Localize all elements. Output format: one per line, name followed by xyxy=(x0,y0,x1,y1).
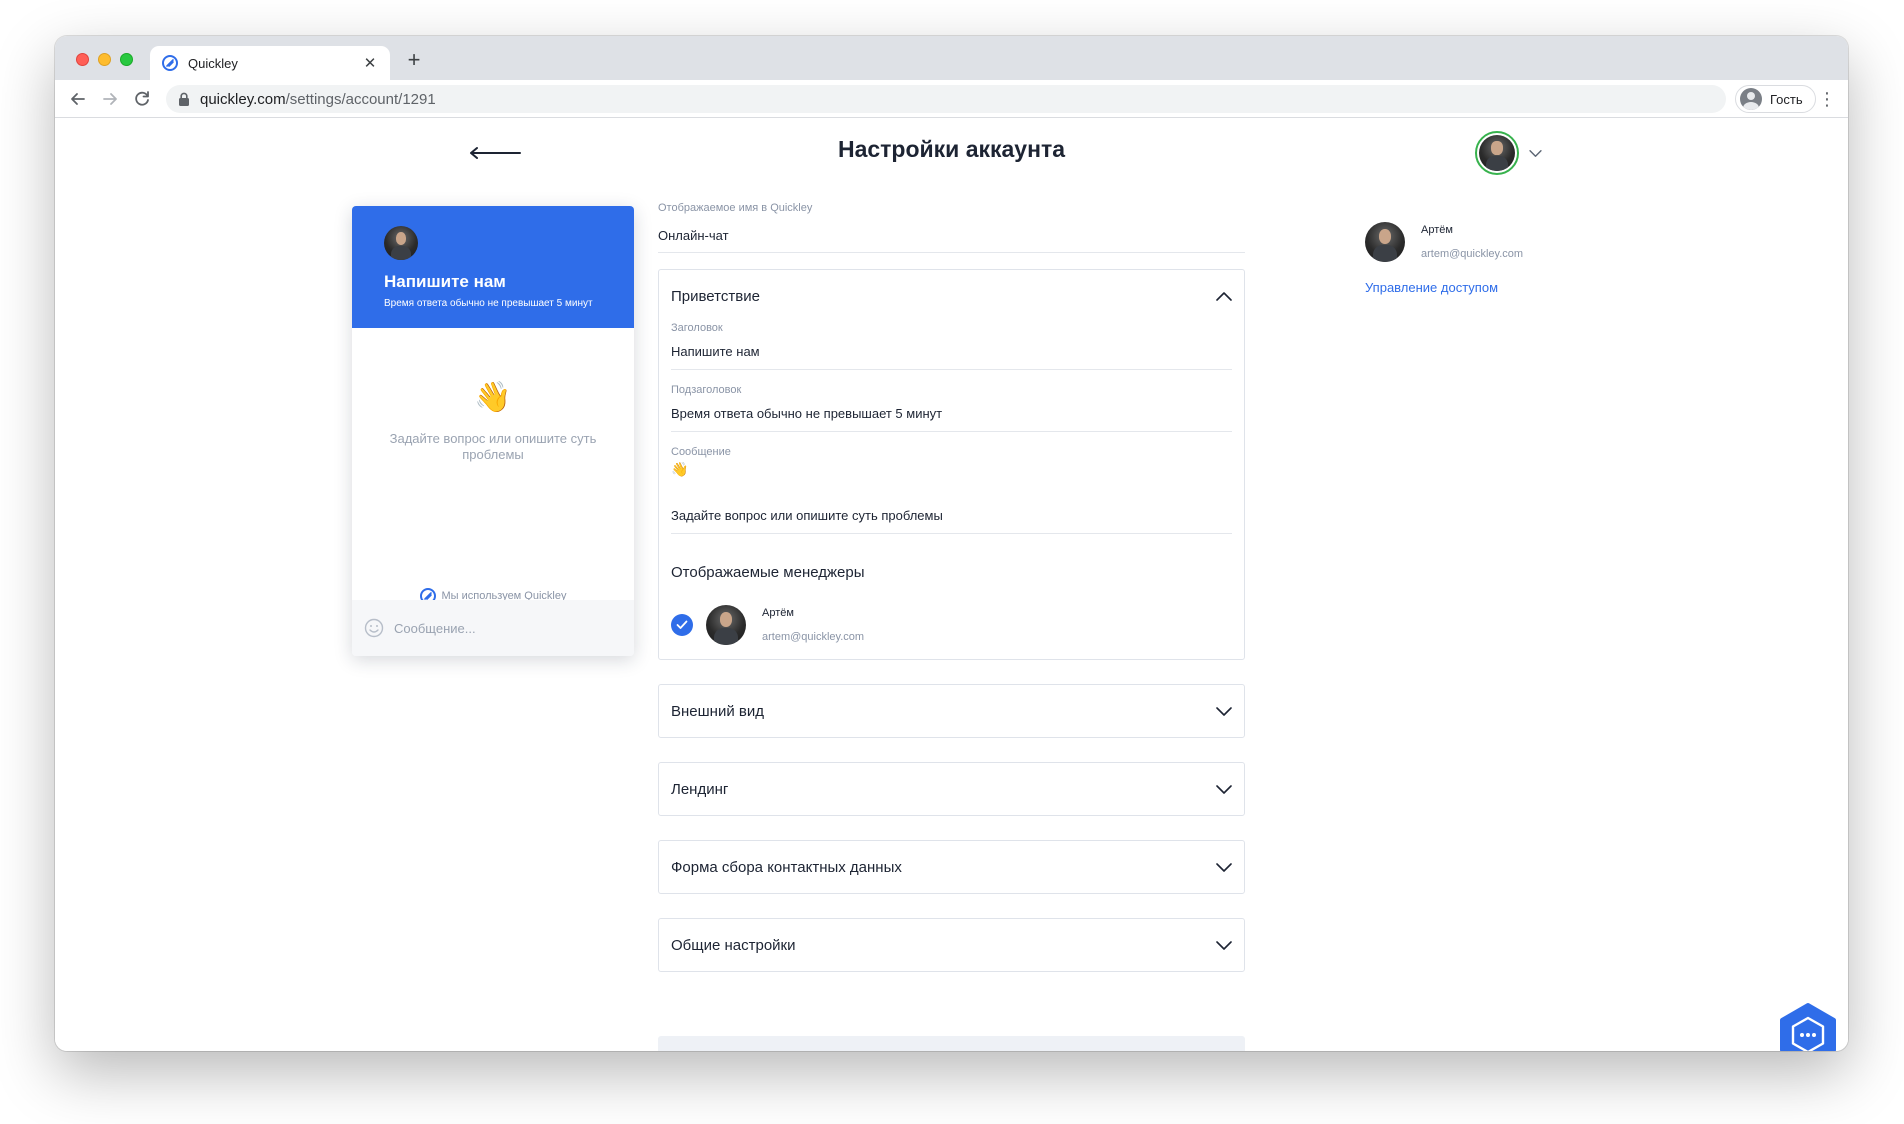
section-contact-form[interactable]: Форма сбора контактных данных xyxy=(658,840,1245,894)
manage-access-link[interactable]: Управление доступом xyxy=(1365,280,1523,295)
heading-field[interactable]: Заголовок Напишите нам xyxy=(671,322,1232,370)
greeting-section: Приветствие Заголовок Напишите нам Подза… xyxy=(658,269,1245,660)
widget-message-input[interactable]: Сообщение... xyxy=(352,600,634,656)
manager-info: Артём artem@quickley.com xyxy=(762,607,864,643)
guest-avatar-icon xyxy=(1740,88,1762,110)
manager-email: artem@quickley.com xyxy=(762,631,865,643)
chevron-down-icon[interactable] xyxy=(1216,706,1232,716)
user-menu[interactable] xyxy=(1475,131,1542,175)
section-title: Форма сбора контактных данных xyxy=(671,858,902,876)
message-label: Сообщение xyxy=(671,446,731,458)
heading-value[interactable]: Напишите нам xyxy=(671,344,1232,359)
chevron-down-icon xyxy=(1529,149,1542,157)
display-name-label: Отображаемое имя в Quickley xyxy=(658,202,813,214)
account-row: Артём artem@quickley.com xyxy=(1365,222,1523,262)
subheading-field[interactable]: Подзаголовок Время ответа обычно не прев… xyxy=(671,384,1232,432)
account-avatar xyxy=(1365,222,1405,262)
greeting-header[interactable]: Приветствие xyxy=(671,270,1232,322)
section-title: Внешний вид xyxy=(671,702,764,720)
widget-message: Задайте вопрос или опишите суть проблемы xyxy=(389,431,597,462)
greeting-title: Приветствие xyxy=(671,287,760,305)
browser-tab[interactable]: Quickley ✕ xyxy=(150,46,390,80)
back-icon[interactable] xyxy=(67,88,89,110)
settings-form: Отображаемое имя в Quickley Онлайн-чат П… xyxy=(658,202,1245,972)
url-text: quickley.com/settings/account/1291 xyxy=(200,91,436,108)
close-tab-icon[interactable]: ✕ xyxy=(362,54,378,72)
widget-input-placeholder: Сообщение... xyxy=(394,620,476,636)
chevron-up-icon[interactable] xyxy=(1216,291,1232,301)
section-title: Лендинг xyxy=(671,780,729,798)
section-appearance[interactable]: Внешний вид xyxy=(658,684,1245,738)
subheading-value[interactable]: Время ответа обычно не превышает 5 минут xyxy=(671,406,1232,421)
window-controls xyxy=(76,53,133,66)
address-bar[interactable]: quickley.com/settings/account/1291 xyxy=(166,85,1726,113)
manager-name: Артём xyxy=(762,607,794,619)
section-partial-offscreen xyxy=(658,1036,1245,1051)
user-avatar xyxy=(1475,131,1519,175)
quickley-logo-icon xyxy=(162,55,178,71)
page-content: Настройки аккаунта Напишите нам Время от… xyxy=(55,118,1848,1051)
widget-title: Напишите нам xyxy=(384,272,506,291)
close-window-button[interactable] xyxy=(76,53,89,66)
manager-checkbox[interactable] xyxy=(671,614,693,636)
chevron-down-icon[interactable] xyxy=(1216,940,1232,950)
wave-emoji: 👋 xyxy=(474,381,512,414)
account-info: Артём artem@quickley.com xyxy=(1421,224,1523,260)
manager-row: Артём artem@quickley.com xyxy=(671,605,1232,645)
browser-window: Quickley ✕ + quickley.com/settings/accou… xyxy=(55,36,1848,1051)
url-domain: quickley.com xyxy=(200,90,286,108)
chevron-down-icon[interactable] xyxy=(1216,862,1232,872)
chat-launcher-button[interactable] xyxy=(1775,1002,1841,1051)
widget-subtitle: Время ответа обычно не превышает 5 минут xyxy=(384,298,593,309)
page-title: Настройки аккаунта xyxy=(837,136,1066,162)
tab-strip: Quickley ✕ + xyxy=(55,36,1848,80)
heading-label: Заголовок xyxy=(671,322,723,334)
chat-widget-preview: Напишите нам Время ответа обычно не прев… xyxy=(352,206,634,656)
manager-avatar xyxy=(706,605,746,645)
account-email: artem@quickley.com xyxy=(1421,248,1524,260)
url-path: /settings/account/1291 xyxy=(285,90,436,108)
subheading-label: Подзаголовок xyxy=(671,384,742,396)
message-field[interactable]: Сообщение 👋 Задайте вопрос или опишите с… xyxy=(671,446,1232,534)
reload-icon[interactable] xyxy=(131,88,153,110)
browser-menu-icon[interactable]: ⋮ xyxy=(1818,88,1836,110)
new-tab-button[interactable]: + xyxy=(402,48,426,72)
section-title: Общие настройки xyxy=(671,936,796,954)
checkmark-icon xyxy=(676,620,688,629)
widget-header: Напишите нам Время ответа обычно не прев… xyxy=(352,206,634,328)
message-value[interactable]: Задайте вопрос или опишите суть проблемы xyxy=(671,508,1232,523)
lock-icon xyxy=(179,92,189,106)
profile-label: Гость xyxy=(1770,91,1803,107)
section-general[interactable]: Общие настройки xyxy=(658,918,1245,972)
message-emoji: 👋 xyxy=(671,461,689,477)
profile-button[interactable]: Гость xyxy=(1735,85,1816,113)
maximize-window-button[interactable] xyxy=(120,53,133,66)
widget-avatar xyxy=(384,226,418,260)
section-landing[interactable]: Лендинг xyxy=(658,762,1245,816)
chevron-down-icon[interactable] xyxy=(1216,784,1232,794)
forward-icon[interactable] xyxy=(99,88,121,110)
managers-title: Отображаемые менеджеры xyxy=(671,564,865,581)
browser-toolbar: quickley.com/settings/account/1291 Гость… xyxy=(55,80,1848,118)
display-name-field[interactable]: Отображаемое имя в Quickley Онлайн-чат xyxy=(658,202,1245,253)
minimize-window-button[interactable] xyxy=(98,53,111,66)
avatar-photo xyxy=(1479,135,1515,171)
account-panel: Артём artem@quickley.com Управление дост… xyxy=(1365,222,1523,295)
tab-title: Quickley xyxy=(188,55,238,71)
display-name-value[interactable]: Онлайн-чат xyxy=(658,228,1245,243)
smile-icon[interactable] xyxy=(364,618,384,638)
account-name: Артём xyxy=(1421,224,1453,236)
